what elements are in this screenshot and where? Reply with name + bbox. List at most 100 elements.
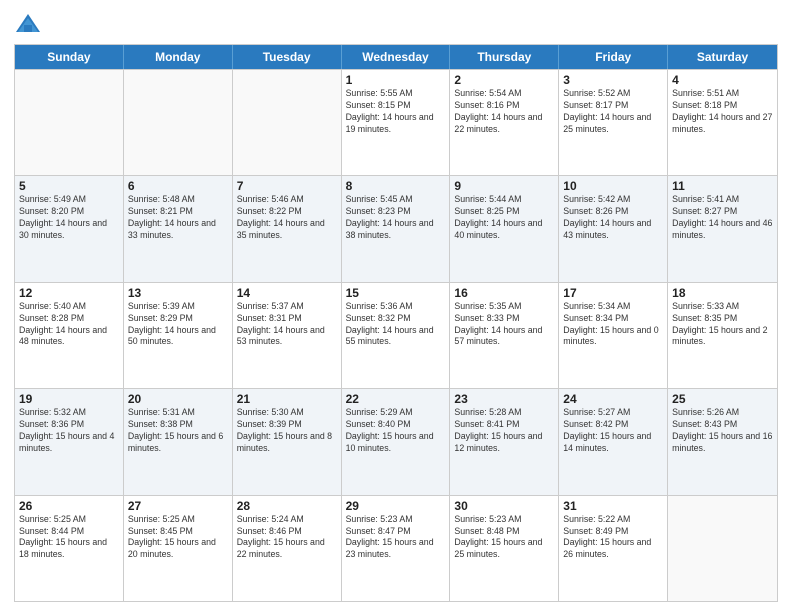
cal-cell-1-1 (15, 70, 124, 175)
day-info: Sunrise: 5:36 AM Sunset: 8:32 PM Dayligh… (346, 301, 446, 349)
day-info: Sunrise: 5:45 AM Sunset: 8:23 PM Dayligh… (346, 194, 446, 242)
page: SundayMondayTuesdayWednesdayThursdayFrid… (0, 0, 792, 612)
day-number: 3 (563, 73, 663, 87)
day-info: Sunrise: 5:23 AM Sunset: 8:48 PM Dayligh… (454, 514, 554, 562)
day-info: Sunrise: 5:41 AM Sunset: 8:27 PM Dayligh… (672, 194, 773, 242)
day-number: 4 (672, 73, 773, 87)
day-info: Sunrise: 5:25 AM Sunset: 8:45 PM Dayligh… (128, 514, 228, 562)
day-number: 10 (563, 179, 663, 193)
day-info: Sunrise: 5:37 AM Sunset: 8:31 PM Dayligh… (237, 301, 337, 349)
day-number: 22 (346, 392, 446, 406)
cal-cell-5-6: 31Sunrise: 5:22 AM Sunset: 8:49 PM Dayli… (559, 496, 668, 601)
day-number: 18 (672, 286, 773, 300)
logo-icon (14, 10, 42, 38)
cal-cell-5-7 (668, 496, 777, 601)
header-day-wednesday: Wednesday (342, 45, 451, 69)
day-info: Sunrise: 5:35 AM Sunset: 8:33 PM Dayligh… (454, 301, 554, 349)
day-info: Sunrise: 5:24 AM Sunset: 8:46 PM Dayligh… (237, 514, 337, 562)
cal-cell-3-1: 12Sunrise: 5:40 AM Sunset: 8:28 PM Dayli… (15, 283, 124, 388)
cal-cell-2-2: 6Sunrise: 5:48 AM Sunset: 8:21 PM Daylig… (124, 176, 233, 281)
day-number: 16 (454, 286, 554, 300)
day-info: Sunrise: 5:29 AM Sunset: 8:40 PM Dayligh… (346, 407, 446, 455)
day-info: Sunrise: 5:46 AM Sunset: 8:22 PM Dayligh… (237, 194, 337, 242)
calendar-row-4: 19Sunrise: 5:32 AM Sunset: 8:36 PM Dayli… (15, 388, 777, 494)
cal-cell-3-3: 14Sunrise: 5:37 AM Sunset: 8:31 PM Dayli… (233, 283, 342, 388)
day-info: Sunrise: 5:42 AM Sunset: 8:26 PM Dayligh… (563, 194, 663, 242)
day-info: Sunrise: 5:33 AM Sunset: 8:35 PM Dayligh… (672, 301, 773, 349)
header-day-thursday: Thursday (450, 45, 559, 69)
day-number: 29 (346, 499, 446, 513)
calendar-body: 1Sunrise: 5:55 AM Sunset: 8:15 PM Daylig… (15, 69, 777, 601)
day-info: Sunrise: 5:44 AM Sunset: 8:25 PM Dayligh… (454, 194, 554, 242)
header-day-friday: Friday (559, 45, 668, 69)
day-info: Sunrise: 5:49 AM Sunset: 8:20 PM Dayligh… (19, 194, 119, 242)
day-info: Sunrise: 5:30 AM Sunset: 8:39 PM Dayligh… (237, 407, 337, 455)
cal-cell-5-1: 26Sunrise: 5:25 AM Sunset: 8:44 PM Dayli… (15, 496, 124, 601)
cal-cell-1-3 (233, 70, 342, 175)
cal-cell-5-5: 30Sunrise: 5:23 AM Sunset: 8:48 PM Dayli… (450, 496, 559, 601)
day-number: 15 (346, 286, 446, 300)
day-info: Sunrise: 5:48 AM Sunset: 8:21 PM Dayligh… (128, 194, 228, 242)
cal-cell-3-6: 17Sunrise: 5:34 AM Sunset: 8:34 PM Dayli… (559, 283, 668, 388)
day-number: 12 (19, 286, 119, 300)
day-number: 21 (237, 392, 337, 406)
day-number: 14 (237, 286, 337, 300)
day-number: 11 (672, 179, 773, 193)
calendar-row-2: 5Sunrise: 5:49 AM Sunset: 8:20 PM Daylig… (15, 175, 777, 281)
day-info: Sunrise: 5:54 AM Sunset: 8:16 PM Dayligh… (454, 88, 554, 136)
day-info: Sunrise: 5:55 AM Sunset: 8:15 PM Dayligh… (346, 88, 446, 136)
day-number: 17 (563, 286, 663, 300)
cal-cell-1-4: 1Sunrise: 5:55 AM Sunset: 8:15 PM Daylig… (342, 70, 451, 175)
day-number: 9 (454, 179, 554, 193)
header (14, 10, 778, 38)
cal-cell-4-6: 24Sunrise: 5:27 AM Sunset: 8:42 PM Dayli… (559, 389, 668, 494)
cal-cell-2-3: 7Sunrise: 5:46 AM Sunset: 8:22 PM Daylig… (233, 176, 342, 281)
cal-cell-2-6: 10Sunrise: 5:42 AM Sunset: 8:26 PM Dayli… (559, 176, 668, 281)
cal-cell-5-3: 28Sunrise: 5:24 AM Sunset: 8:46 PM Dayli… (233, 496, 342, 601)
day-info: Sunrise: 5:32 AM Sunset: 8:36 PM Dayligh… (19, 407, 119, 455)
day-number: 5 (19, 179, 119, 193)
logo (14, 10, 46, 38)
cal-cell-2-1: 5Sunrise: 5:49 AM Sunset: 8:20 PM Daylig… (15, 176, 124, 281)
cal-cell-4-2: 20Sunrise: 5:31 AM Sunset: 8:38 PM Dayli… (124, 389, 233, 494)
day-info: Sunrise: 5:23 AM Sunset: 8:47 PM Dayligh… (346, 514, 446, 562)
day-number: 31 (563, 499, 663, 513)
day-number: 30 (454, 499, 554, 513)
cal-cell-5-2: 27Sunrise: 5:25 AM Sunset: 8:45 PM Dayli… (124, 496, 233, 601)
day-info: Sunrise: 5:25 AM Sunset: 8:44 PM Dayligh… (19, 514, 119, 562)
day-info: Sunrise: 5:27 AM Sunset: 8:42 PM Dayligh… (563, 407, 663, 455)
day-number: 19 (19, 392, 119, 406)
day-number: 2 (454, 73, 554, 87)
cal-cell-1-7: 4Sunrise: 5:51 AM Sunset: 8:18 PM Daylig… (668, 70, 777, 175)
day-number: 1 (346, 73, 446, 87)
cal-cell-5-4: 29Sunrise: 5:23 AM Sunset: 8:47 PM Dayli… (342, 496, 451, 601)
header-day-sunday: Sunday (15, 45, 124, 69)
cal-cell-2-5: 9Sunrise: 5:44 AM Sunset: 8:25 PM Daylig… (450, 176, 559, 281)
cal-cell-3-4: 15Sunrise: 5:36 AM Sunset: 8:32 PM Dayli… (342, 283, 451, 388)
day-number: 26 (19, 499, 119, 513)
day-number: 7 (237, 179, 337, 193)
cal-cell-4-3: 21Sunrise: 5:30 AM Sunset: 8:39 PM Dayli… (233, 389, 342, 494)
header-day-tuesday: Tuesday (233, 45, 342, 69)
day-number: 13 (128, 286, 228, 300)
day-number: 8 (346, 179, 446, 193)
day-info: Sunrise: 5:52 AM Sunset: 8:17 PM Dayligh… (563, 88, 663, 136)
day-number: 23 (454, 392, 554, 406)
cal-cell-4-5: 23Sunrise: 5:28 AM Sunset: 8:41 PM Dayli… (450, 389, 559, 494)
day-number: 28 (237, 499, 337, 513)
cal-cell-2-7: 11Sunrise: 5:41 AM Sunset: 8:27 PM Dayli… (668, 176, 777, 281)
day-info: Sunrise: 5:34 AM Sunset: 8:34 PM Dayligh… (563, 301, 663, 349)
cal-cell-1-2 (124, 70, 233, 175)
day-number: 20 (128, 392, 228, 406)
header-day-saturday: Saturday (668, 45, 777, 69)
calendar-row-3: 12Sunrise: 5:40 AM Sunset: 8:28 PM Dayli… (15, 282, 777, 388)
cal-cell-1-6: 3Sunrise: 5:52 AM Sunset: 8:17 PM Daylig… (559, 70, 668, 175)
day-info: Sunrise: 5:39 AM Sunset: 8:29 PM Dayligh… (128, 301, 228, 349)
calendar-header: SundayMondayTuesdayWednesdayThursdayFrid… (15, 45, 777, 69)
day-info: Sunrise: 5:40 AM Sunset: 8:28 PM Dayligh… (19, 301, 119, 349)
day-number: 6 (128, 179, 228, 193)
calendar: SundayMondayTuesdayWednesdayThursdayFrid… (14, 44, 778, 602)
cal-cell-3-2: 13Sunrise: 5:39 AM Sunset: 8:29 PM Dayli… (124, 283, 233, 388)
day-info: Sunrise: 5:28 AM Sunset: 8:41 PM Dayligh… (454, 407, 554, 455)
day-info: Sunrise: 5:31 AM Sunset: 8:38 PM Dayligh… (128, 407, 228, 455)
